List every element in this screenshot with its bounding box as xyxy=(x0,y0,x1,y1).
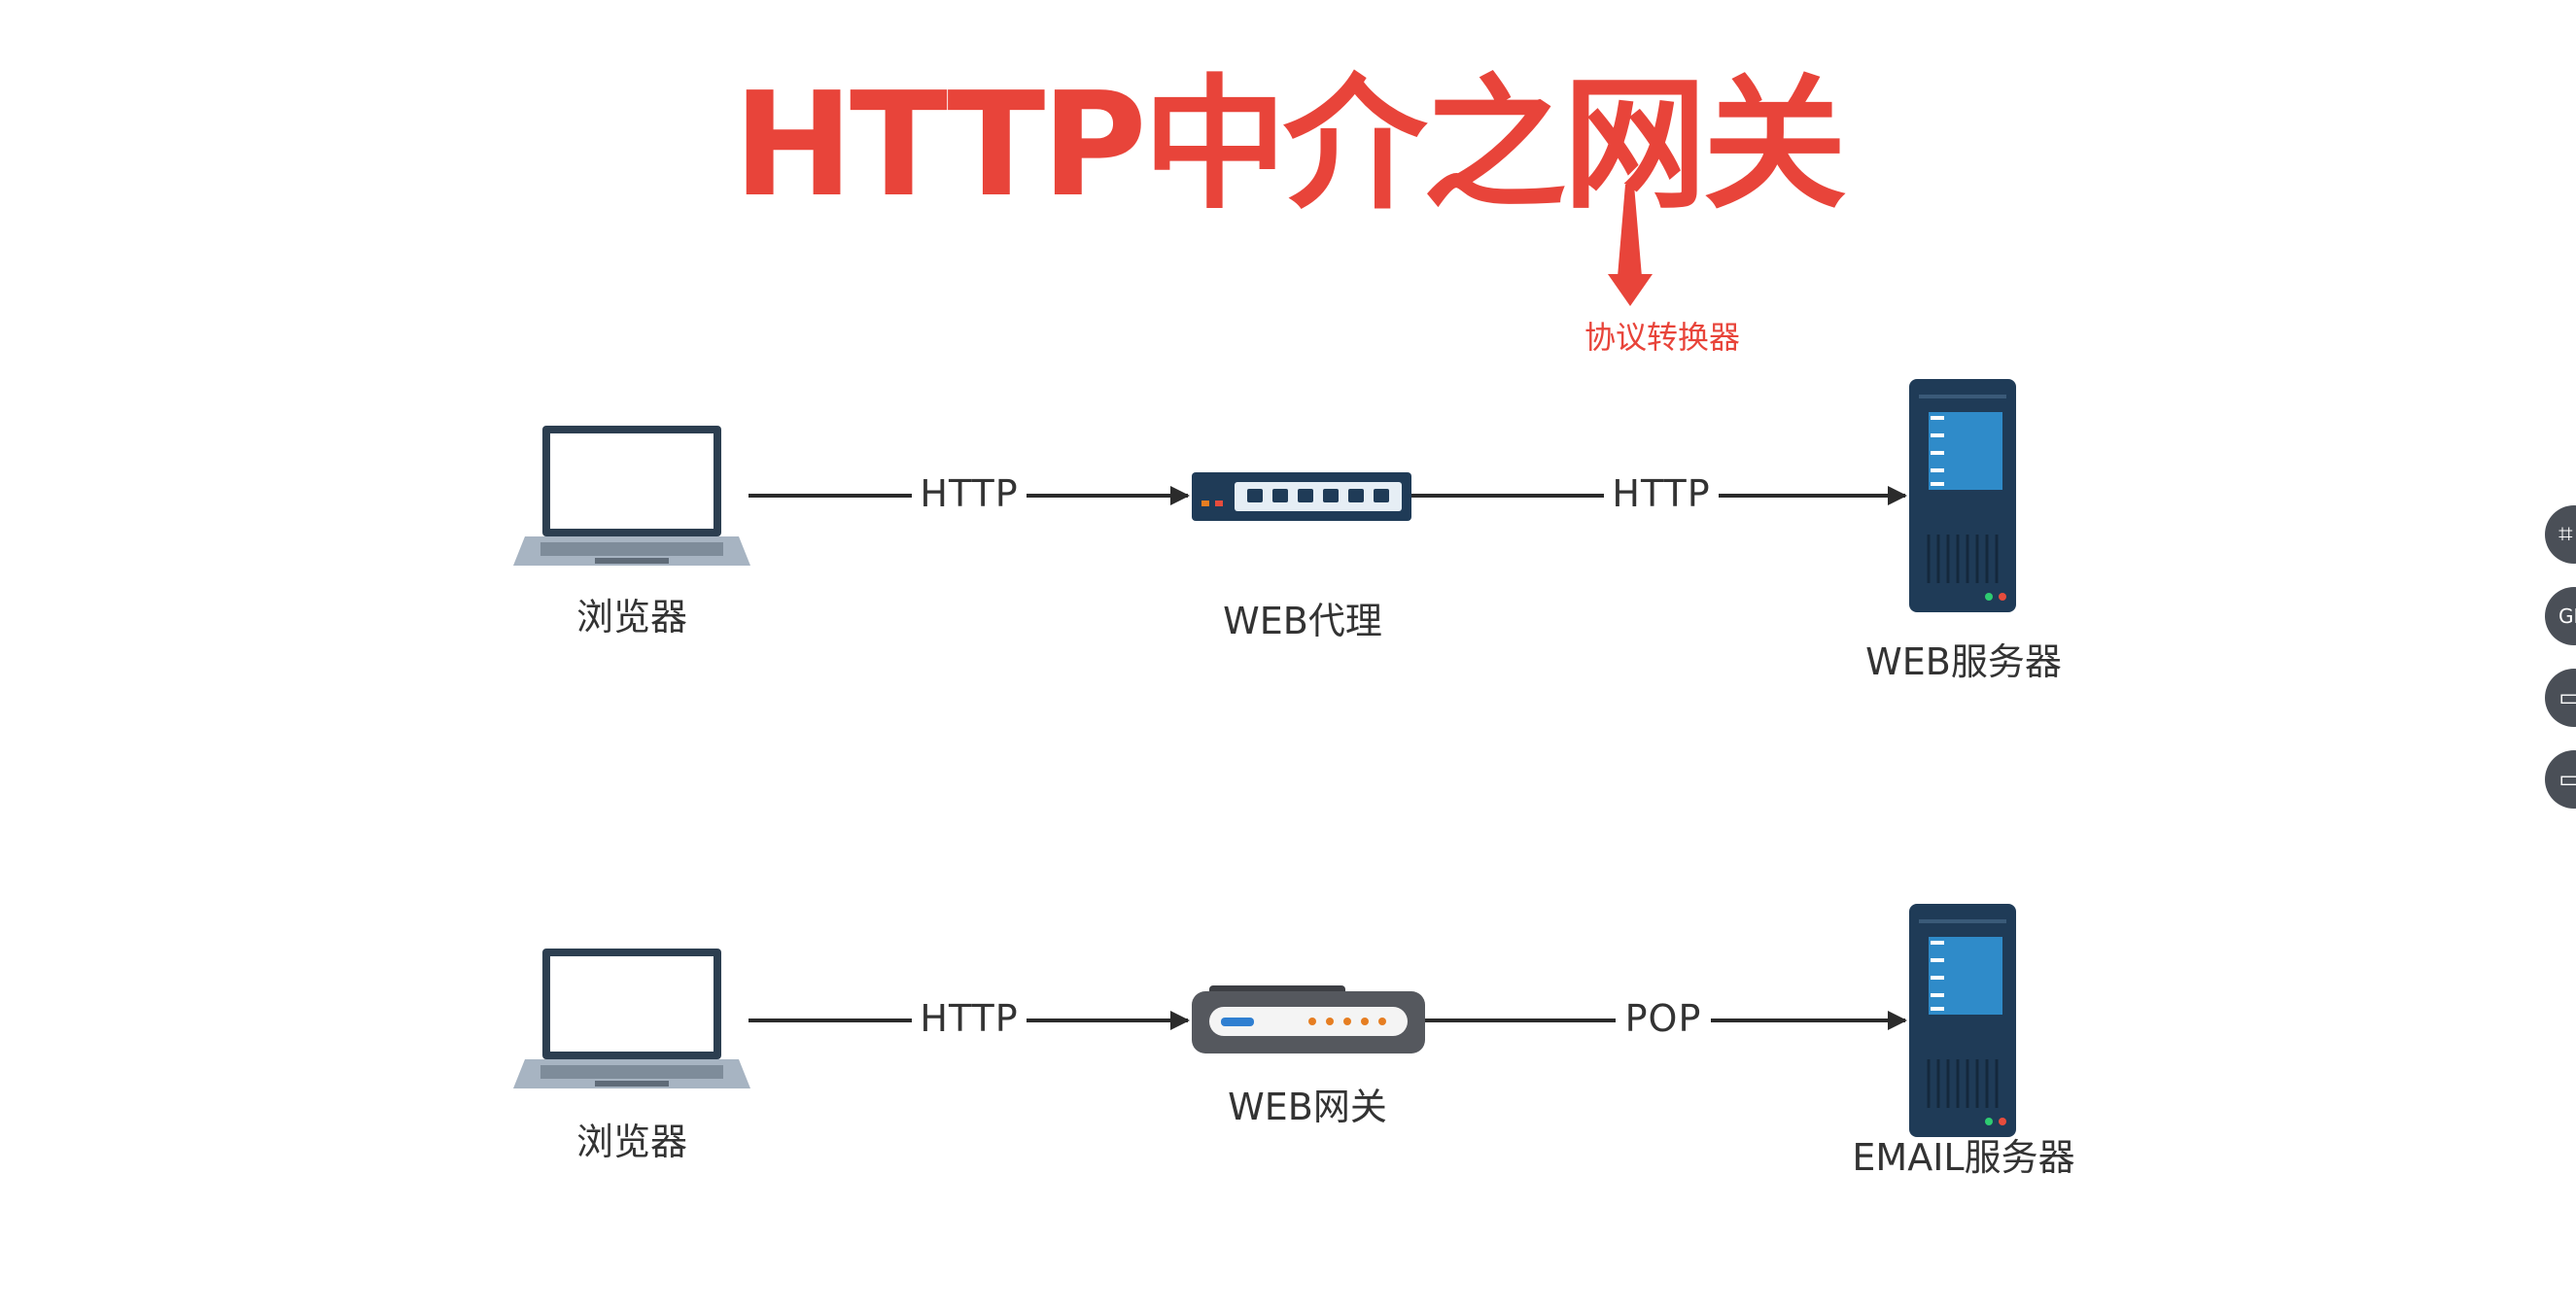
gateway-icon xyxy=(1192,985,1425,1053)
laptop-icon xyxy=(513,426,750,566)
annotation-protocol-converter: 协议转换器 xyxy=(1584,319,1740,356)
laptop-icon xyxy=(513,949,750,1088)
node-label-web-proxy: WEB代理 xyxy=(1223,600,1382,642)
edge-label: HTTP xyxy=(912,472,1027,515)
node-label-browser: 浏览器 xyxy=(575,596,687,639)
annotation-arrow xyxy=(1608,185,1653,306)
edge-label: POP xyxy=(1616,997,1711,1040)
node-label-web-server: WEB服务器 xyxy=(1865,640,2062,683)
node-label-email-server: EMAIL服务器 xyxy=(1852,1136,2075,1179)
server-icon xyxy=(1909,904,2016,1137)
server-icon xyxy=(1909,379,2016,612)
node-label-web-gateway: WEB网关 xyxy=(1228,1086,1387,1128)
switch-icon xyxy=(1192,472,1411,521)
edge-label: HTTP xyxy=(912,997,1027,1040)
node-label-browser: 浏览器 xyxy=(575,1121,687,1163)
edge-label: HTTP xyxy=(1604,472,1719,515)
